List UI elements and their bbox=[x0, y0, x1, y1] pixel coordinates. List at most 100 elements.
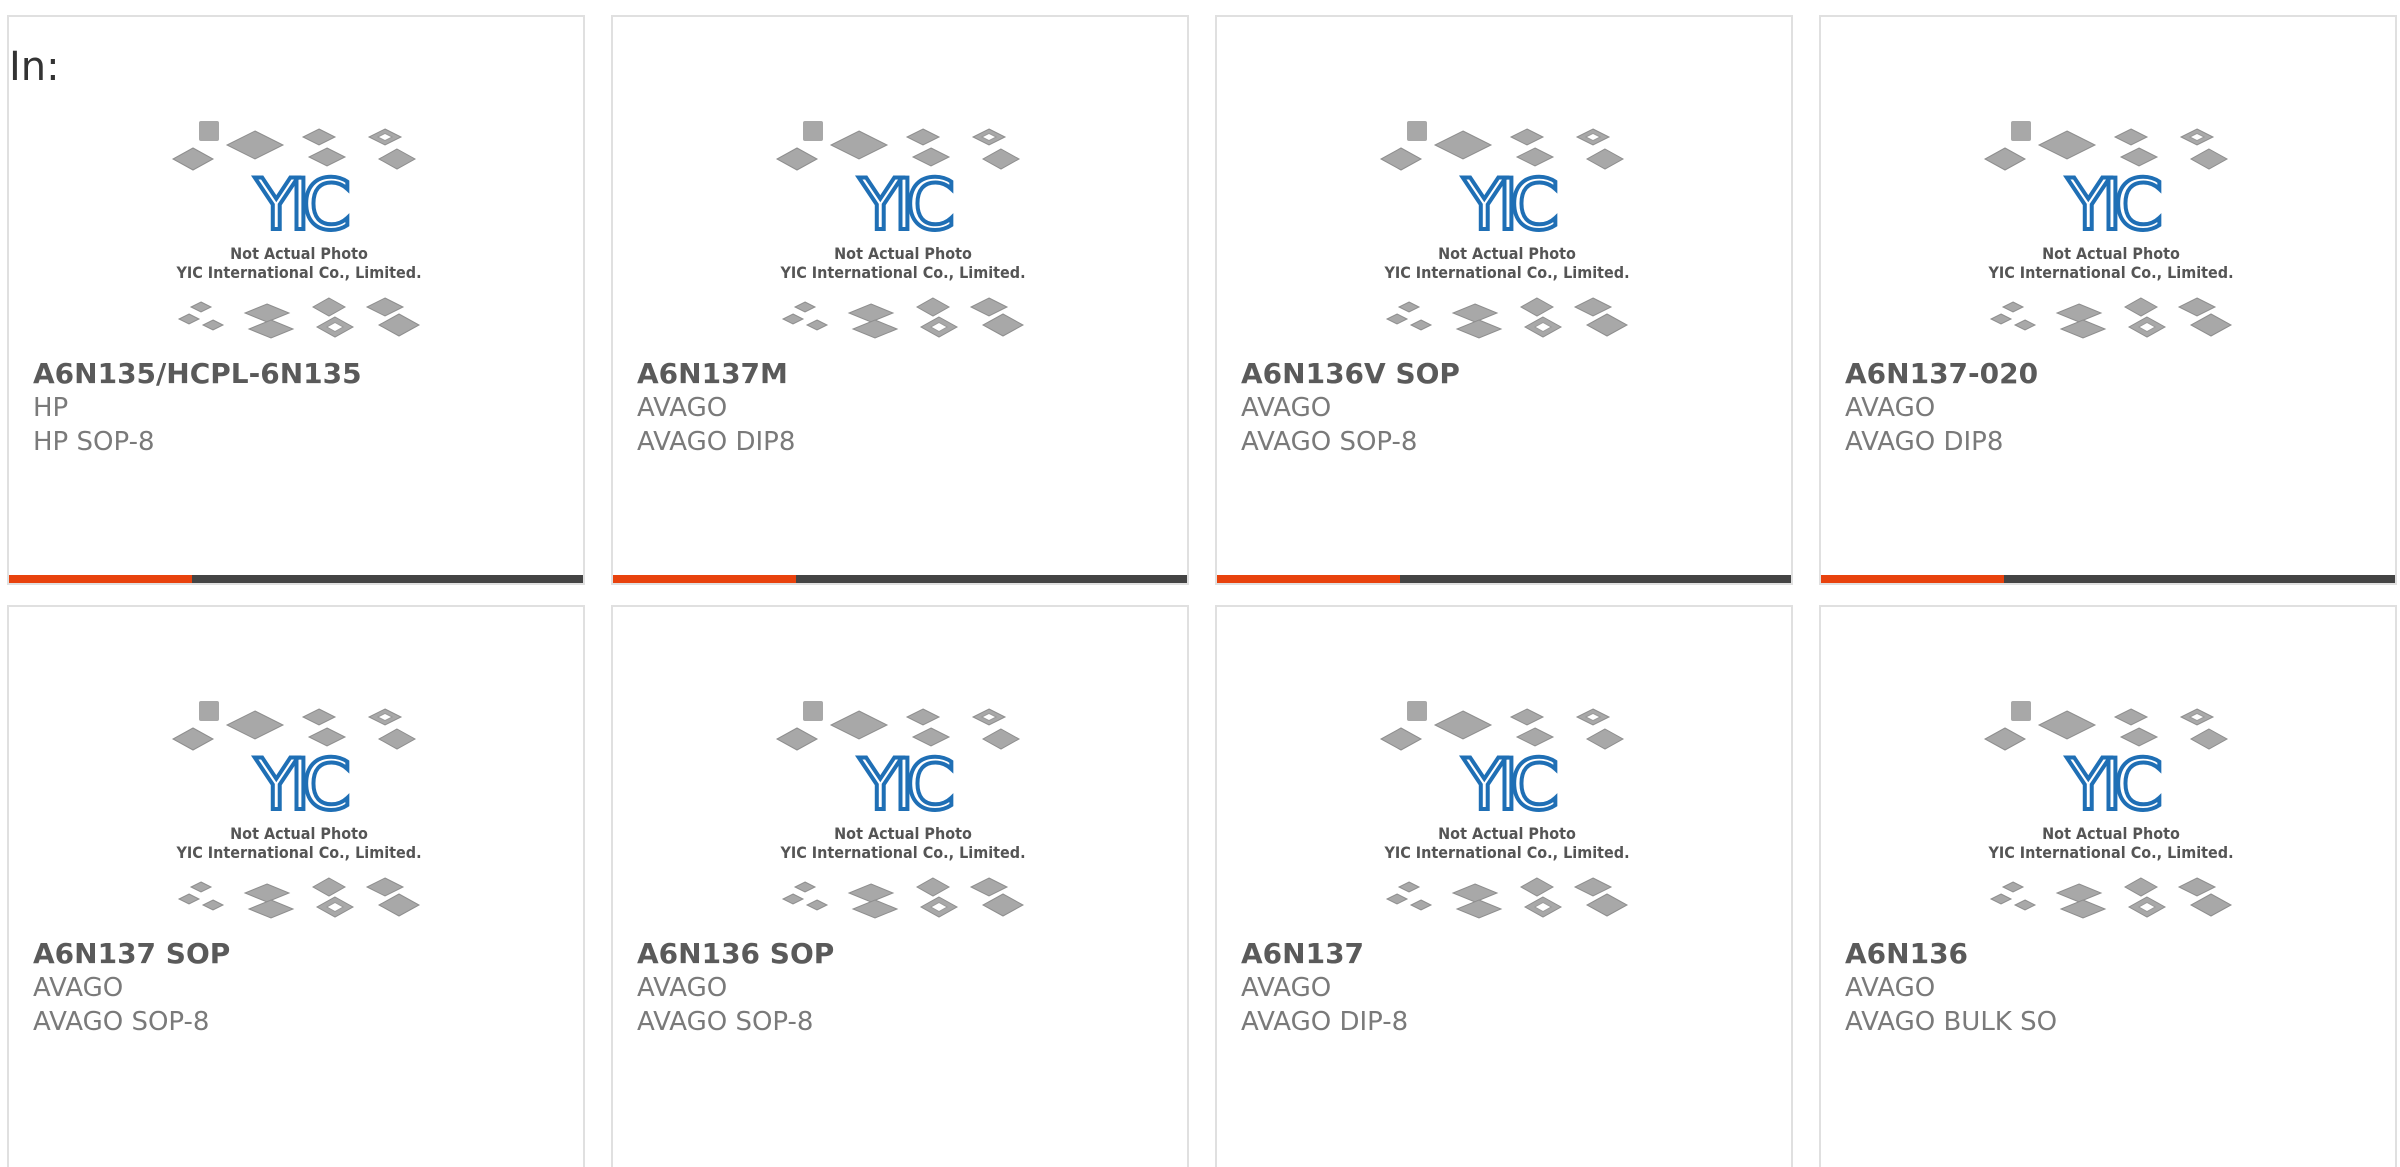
photo-caption-line2: YIC International Co., Limited. bbox=[1383, 263, 1629, 282]
brand-label: AVAGO bbox=[1241, 393, 1332, 423]
photo-caption-line2: YIC International Co., Limited. bbox=[1987, 263, 2233, 282]
product-info: A6N137-020 AVAGO AVAGO DIP8 bbox=[1845, 357, 2383, 459]
yic-logo-icon: YIC bbox=[1462, 744, 1556, 826]
brand-label: AVAGO bbox=[1845, 973, 1936, 1003]
photo-caption-line1: Not Actual Photo bbox=[2042, 244, 2180, 263]
brand-label: AVAGO bbox=[1241, 973, 1332, 1003]
chip-cluster-bottom bbox=[781, 297, 1025, 339]
search-prefix-label: In: bbox=[9, 44, 60, 90]
part-number-link[interactable]: A6N137 SOP bbox=[33, 937, 571, 971]
chip-cluster-bottom bbox=[1989, 877, 2233, 919]
chip-cluster-bottom bbox=[781, 877, 1025, 919]
product-info: A6N137 AVAGO AVAGO DIP-8 bbox=[1241, 937, 1779, 1039]
chip-cluster-bottom bbox=[1385, 877, 1629, 919]
brand-label: AVAGO bbox=[33, 973, 124, 1003]
placeholder-photo[interactable]: YIC Not Actual Photo YIC International Co.… bbox=[1367, 681, 1647, 941]
brand-label: HP bbox=[33, 393, 69, 423]
chip-cluster-top bbox=[1379, 121, 1625, 171]
package-label: AVAGO DIP-8 bbox=[1241, 1007, 1409, 1037]
placeholder-photo[interactable]: YIC Not Actual Photo YIC International Co.… bbox=[763, 101, 1043, 361]
brand-label: AVAGO bbox=[637, 393, 728, 423]
part-number-link[interactable]: A6N135/HCPL-6N135 bbox=[33, 357, 571, 391]
chip-cluster-top bbox=[1379, 701, 1625, 751]
package-label: AVAGO SOP-8 bbox=[33, 1007, 210, 1037]
yic-logo-icon: YIC bbox=[858, 744, 952, 826]
yic-logo-icon: YIC bbox=[2066, 744, 2160, 826]
package-label: AVAGO SOP-8 bbox=[1241, 427, 1418, 457]
product-info: A6N137 SOP AVAGO AVAGO SOP-8 bbox=[33, 937, 571, 1039]
placeholder-photo[interactable]: YIC Not Actual Photo YIC International Co.… bbox=[1367, 101, 1647, 361]
product-info: A6N136 AVAGO AVAGO BULK SO bbox=[1845, 937, 2383, 1039]
product-card[interactable]: YIC Not Actual Photo YIC International Co.… bbox=[1215, 15, 1793, 585]
product-card[interactable]: YIC Not Actual Photo YIC International Co.… bbox=[611, 605, 1189, 1167]
photo-caption-line1: Not Actual Photo bbox=[834, 244, 972, 263]
yic-logo-icon: YIC bbox=[254, 744, 348, 826]
card-bottom-bar bbox=[1821, 575, 2395, 583]
part-number-link[interactable]: A6N137M bbox=[637, 357, 1175, 391]
product-card[interactable]: YIC Not Actual Photo YIC International Co.… bbox=[1819, 605, 2397, 1167]
chip-cluster-bottom bbox=[1989, 297, 2233, 339]
chip-photo-graphic: YICNot Actual PhotoYIC International Co.… bbox=[775, 121, 1026, 339]
product-grid: In: YIC Not Actual Photo YIC International… bbox=[0, 0, 2400, 1167]
placeholder-photo[interactable]: YIC Not Actual Photo YIC International Co.… bbox=[159, 101, 439, 361]
chip-photo-graphic: YICNot Actual PhotoYIC International Co.… bbox=[775, 701, 1026, 919]
part-number-link[interactable]: A6N136V SOP bbox=[1241, 357, 1779, 391]
package-label: AVAGO SOP-8 bbox=[637, 1007, 814, 1037]
photo-caption-line2: YIC International Co., Limited. bbox=[779, 263, 1025, 282]
placeholder-photo[interactable]: YIC Not Actual Photo YIC International Co.… bbox=[1971, 101, 2251, 361]
chip-cluster-top bbox=[775, 701, 1021, 751]
product-info: A6N137M AVAGO AVAGO DIP8 bbox=[637, 357, 1175, 459]
chip-cluster-top bbox=[171, 121, 417, 171]
package-label: AVAGO DIP8 bbox=[1845, 427, 2004, 457]
chip-photo-graphic: YICNot Actual PhotoYIC International Co.… bbox=[171, 701, 422, 919]
chip-cluster-top bbox=[171, 701, 417, 751]
placeholder-photo[interactable]: YIC Not Actual Photo YIC International Co.… bbox=[1971, 681, 2251, 941]
part-number-link[interactable]: A6N136 SOP bbox=[637, 937, 1175, 971]
brand-label: AVAGO bbox=[637, 973, 728, 1003]
product-card[interactable]: In: YIC Not Actual Photo YIC International… bbox=[7, 15, 585, 585]
brand-label: AVAGO bbox=[1845, 393, 1936, 423]
chip-cluster-top bbox=[1983, 121, 2229, 171]
photo-caption-line1: Not Actual Photo bbox=[2042, 824, 2180, 843]
chip-photo-graphic: YICNot Actual PhotoYIC International Co.… bbox=[1379, 121, 1630, 339]
yic-logo-icon: YIC bbox=[858, 164, 952, 246]
yic-logo-icon: YIC bbox=[254, 164, 348, 246]
package-label: AVAGO BULK SO bbox=[1845, 1007, 2058, 1037]
photo-caption-line1: Not Actual Photo bbox=[834, 824, 972, 843]
card-bottom-bar bbox=[613, 575, 1187, 583]
photo-caption-line1: Not Actual Photo bbox=[1438, 244, 1576, 263]
package-label: HP SOP-8 bbox=[33, 427, 155, 457]
product-info: A6N136V SOP AVAGO AVAGO SOP-8 bbox=[1241, 357, 1779, 459]
product-card[interactable]: YIC Not Actual Photo YIC International Co.… bbox=[1215, 605, 1793, 1167]
product-card[interactable]: YIC Not Actual Photo YIC International Co.… bbox=[1819, 15, 2397, 585]
package-label: AVAGO DIP8 bbox=[637, 427, 796, 457]
part-number-link[interactable]: A6N137-020 bbox=[1845, 357, 2383, 391]
chip-cluster-top bbox=[775, 121, 1021, 171]
chip-photo-graphic: YICNot Actual PhotoYIC International Co.… bbox=[1379, 701, 1630, 919]
product-card[interactable]: YIC Not Actual Photo YIC International Co.… bbox=[7, 605, 585, 1167]
product-info: A6N136 SOP AVAGO AVAGO SOP-8 bbox=[637, 937, 1175, 1039]
photo-caption-line2: YIC International Co., Limited. bbox=[779, 843, 1025, 862]
photo-caption-line2: YIC International Co., Limited. bbox=[1383, 843, 1629, 862]
photo-caption-line1: Not Actual Photo bbox=[1438, 824, 1576, 843]
placeholder-photo[interactable]: YIC Not Actual Photo YIC International Co.… bbox=[159, 681, 439, 941]
chip-cluster-bottom bbox=[177, 297, 421, 339]
yic-logo-icon: YIC bbox=[2066, 164, 2160, 246]
yic-logo-icon: YIC bbox=[1462, 164, 1556, 246]
photo-caption-line2: YIC International Co., Limited. bbox=[1987, 843, 2233, 862]
photo-caption-line2: YIC International Co., Limited. bbox=[175, 263, 421, 282]
part-number-link[interactable]: A6N137 bbox=[1241, 937, 1779, 971]
product-card[interactable]: YIC Not Actual Photo YIC International Co.… bbox=[611, 15, 1189, 585]
chip-photo-graphic: YICNot Actual PhotoYIC International Co.… bbox=[1983, 121, 2234, 339]
placeholder-photo[interactable]: YIC Not Actual Photo YIC International Co.… bbox=[763, 681, 1043, 941]
card-bottom-bar bbox=[9, 575, 583, 583]
photo-caption-line1: Not Actual Photo bbox=[230, 244, 368, 263]
chip-cluster-bottom bbox=[1385, 297, 1629, 339]
photo-caption-line1: Not Actual Photo bbox=[230, 824, 368, 843]
chip-photo-graphic: YICNot Actual PhotoYIC International Co.… bbox=[171, 121, 422, 339]
chip-cluster-top bbox=[1983, 701, 2229, 751]
part-number-link[interactable]: A6N136 bbox=[1845, 937, 2383, 971]
chip-cluster-bottom bbox=[177, 877, 421, 919]
chip-photo-graphic: YICNot Actual PhotoYIC International Co.… bbox=[1983, 701, 2234, 919]
photo-caption-line2: YIC International Co., Limited. bbox=[175, 843, 421, 862]
